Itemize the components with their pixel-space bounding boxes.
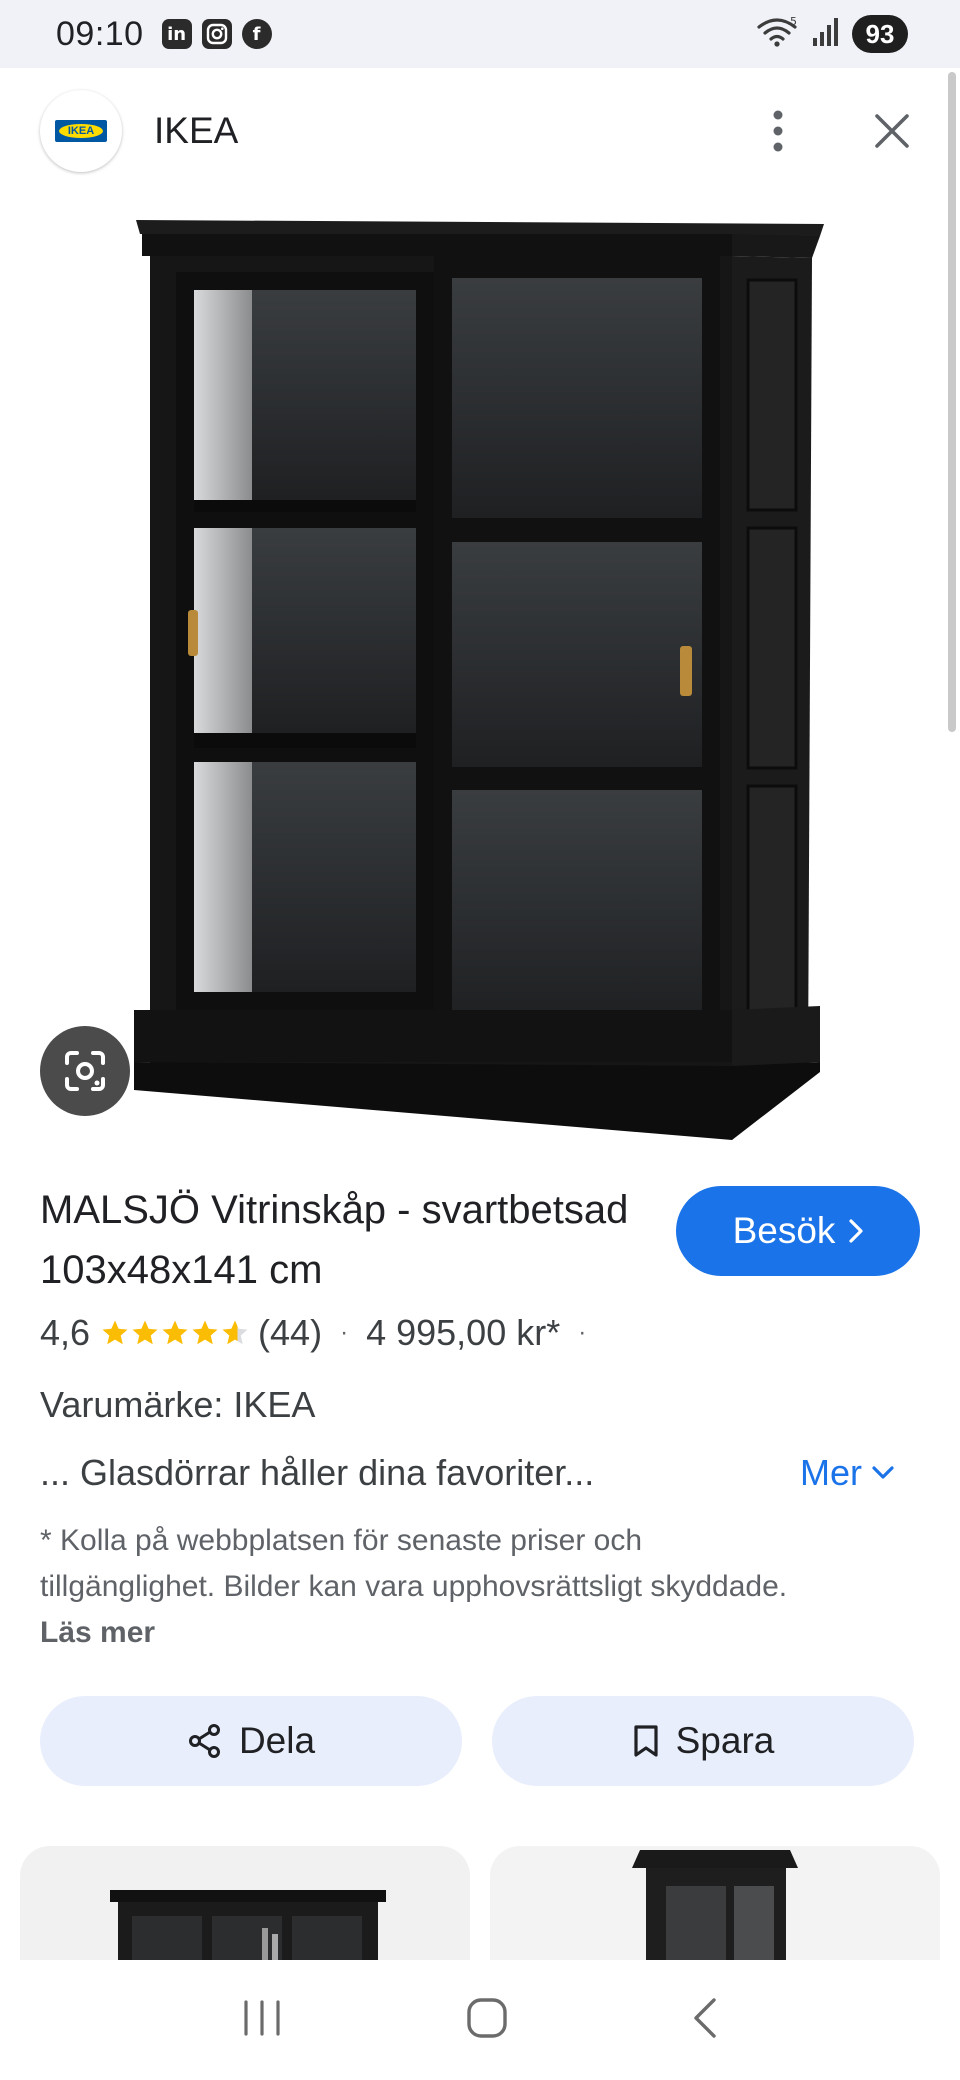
share-icon — [188, 1724, 220, 1758]
price-disclaimer: * Kolla på webbplatsen för senaste prise… — [40, 1518, 800, 1656]
share-button-label: Dela — [238, 1720, 316, 1761]
more-button-label: Mer — [800, 1452, 862, 1493]
status-time: 09:10 — [56, 14, 144, 53]
recent-apps-icon — [244, 1999, 280, 2036]
brand-line: Varumärke: IKEA — [40, 1384, 316, 1425]
back-button[interactable] — [690, 1996, 720, 2045]
signal-icon — [812, 16, 840, 53]
more-options-button[interactable] — [750, 103, 806, 159]
status-bar: 09:10 in f 5 93 — [0, 0, 960, 68]
bookmark-icon — [634, 1725, 658, 1757]
visit-button-label: Besök — [732, 1210, 836, 1251]
product-title[interactable]: MALSJÖ Vitrinskåp - svartbetsad 103x48x1… — [40, 1180, 640, 1300]
star-icon — [192, 1320, 218, 1345]
read-more-link[interactable]: Läs mer — [40, 1616, 155, 1649]
separator-dot: · — [578, 1319, 587, 1346]
ikea-logo-icon: IKEA — [55, 120, 107, 142]
separator-dot: · — [340, 1319, 349, 1346]
site-favicon[interactable]: IKEA — [40, 90, 122, 172]
price: 4 995,00 kr* — [366, 1312, 561, 1353]
back-icon — [693, 1997, 716, 2038]
wifi-icon: 5 — [756, 15, 800, 54]
wifi-badge: 5 — [790, 15, 797, 28]
scrollbar[interactable] — [948, 72, 956, 732]
star-icon — [132, 1320, 158, 1345]
save-button[interactable]: Spara — [492, 1696, 914, 1786]
review-count[interactable]: (44) — [258, 1312, 322, 1354]
home-button[interactable] — [465, 1996, 509, 2045]
star-icon — [102, 1320, 128, 1345]
save-button-label: Spara — [675, 1720, 775, 1761]
home-icon — [467, 1997, 507, 2038]
close-button[interactable] — [864, 103, 920, 159]
star-half-icon — [222, 1320, 248, 1345]
battery-indicator: 93 — [852, 15, 908, 53]
linkedin-icon: in — [161, 19, 192, 49]
instagram-icon — [201, 19, 232, 49]
google-lens-button[interactable] — [40, 1026, 130, 1116]
visit-button[interactable]: Besök — [676, 1186, 920, 1276]
chevron-down-icon — [872, 1466, 894, 1479]
rating-value: 4,6 — [40, 1312, 91, 1353]
more-button[interactable]: Mer — [800, 1452, 894, 1494]
star-icon — [162, 1320, 188, 1345]
rating-price-row: 4,6 (44) · 4 995,00 kr* · — [40, 1312, 604, 1354]
chevron-right-icon — [849, 1219, 864, 1243]
recent-apps-button[interactable] — [240, 1998, 284, 2043]
description-snippet: ... Glasdörrar håller dina favoriter... — [40, 1452, 595, 1493]
lens-icon — [65, 1051, 105, 1091]
facebook-icon: f — [241, 19, 272, 49]
site-name: IKEA — [154, 110, 239, 151]
status-system-icons: 5 93 — [756, 15, 908, 54]
product-image[interactable] — [120, 210, 840, 1140]
disclaimer-text: * Kolla på webbplatsen för senaste prise… — [40, 1524, 788, 1603]
system-navigation-bar — [0, 1960, 960, 2080]
share-button[interactable]: Dela — [40, 1696, 462, 1786]
star-rating — [100, 1318, 250, 1348]
result-header: IKEA IKEA — [0, 68, 960, 194]
status-notification-icons: in f — [161, 19, 272, 49]
close-icon — [875, 114, 909, 148]
more-vert-icon — [773, 110, 783, 152]
